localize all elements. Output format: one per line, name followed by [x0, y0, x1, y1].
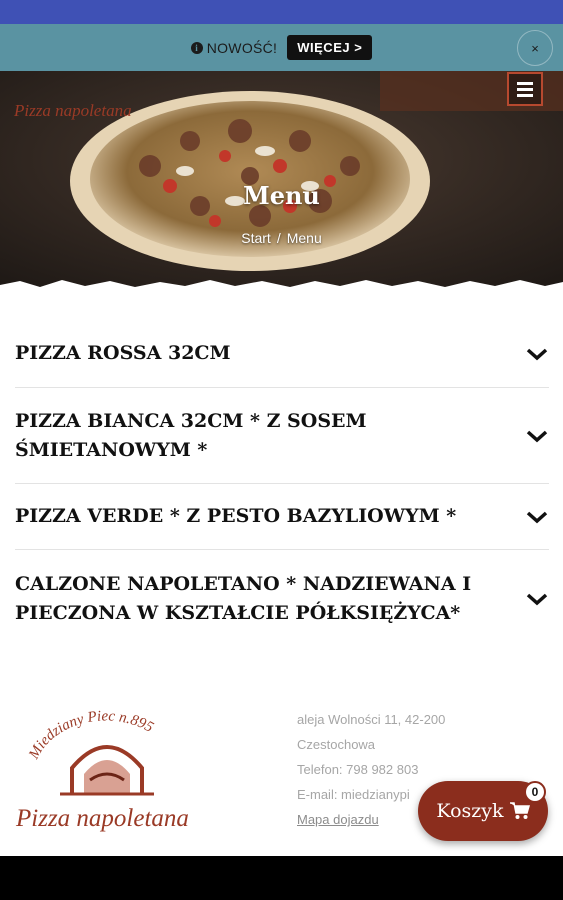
phone-number[interactable]: Telefon: 798 982 803 [297, 757, 445, 782]
notice-content: i NOWOŚĆ! WIĘCEJ > [0, 24, 563, 71]
shopping-cart-icon [509, 802, 530, 819]
header-logo[interactable]: Pizza napoletana [14, 101, 132, 121]
notice-label: NOWOŚĆ! [206, 39, 278, 56]
breadcrumb-home-link[interactable]: Start [241, 230, 271, 246]
close-icon: × [531, 40, 539, 56]
accordion-item-pizza-bianca[interactable]: PIZZA BIANCA 32CM * Z SOSEM ŚMIETANOWYM … [15, 388, 549, 484]
footer-logo[interactable]: Miedziany Piec n.895 Pizza napoletana [12, 698, 212, 848]
page-title: Menu [243, 181, 320, 210]
breadcrumb-separator: / [276, 230, 281, 246]
chevron-down-icon [526, 430, 548, 442]
accordion-item-calzone[interactable]: CALZONE NAPOLETANO * NADZIEWANA I PIECZO… [15, 550, 549, 648]
hamburger-menu-icon[interactable] [507, 72, 543, 106]
accordion-item-pizza-verde[interactable]: PIZZA VERDE * Z PESTO BAZYLIOWYM * [15, 484, 549, 550]
more-button[interactable]: WIĘCEJ > [287, 35, 373, 60]
accordion-item-title: PIZZA ROSSA 32CM [15, 342, 231, 364]
breadcrumb: Start / Menu [0, 230, 563, 246]
accordion-item-title: CALZONE NAPOLETANO * NADZIEWANA I PIECZO… [15, 573, 472, 624]
svg-text:Miedziany Piec n.895: Miedziany Piec n.895 [26, 708, 157, 762]
accordion-item-title: PIZZA VERDE * Z PESTO BAZYLIOWYM * [15, 505, 457, 527]
chevron-down-icon [526, 511, 548, 523]
cart-label: Koszyk [436, 800, 504, 822]
chevron-down-icon [526, 348, 548, 360]
notice-bar: i NOWOŚĆ! WIĘCEJ > × [0, 24, 563, 71]
breadcrumb-current: Menu [286, 230, 322, 246]
accordion-item-pizza-rossa[interactable]: PIZZA ROSSA 32CM [15, 320, 549, 388]
menu-accordion: PIZZA ROSSA 32CM PIZZA BIANCA 32CM * Z S… [15, 320, 549, 648]
svg-text:Pizza napoletana: Pizza napoletana [15, 805, 189, 832]
chevron-down-icon [526, 593, 548, 606]
hero-banner: Pizza napoletana Menu Start / Menu [0, 71, 563, 291]
system-navigation-bar [0, 856, 563, 900]
close-notice-button[interactable]: × [517, 30, 553, 66]
address-line-1: aleja Wolności 11, 42-200 [297, 712, 446, 727]
info-icon: i [190, 41, 203, 54]
notice-message: i NOWOŚĆ! [190, 39, 278, 56]
accordion-item-title: PIZZA BIANCA 32CM * Z SOSEM ŚMIETANOWYM … [15, 409, 367, 461]
cart-count-badge: 0 [524, 781, 546, 803]
address-line-2: Czestochowa [297, 737, 376, 752]
status-bar [0, 0, 563, 24]
page: i NOWOŚĆ! WIĘCEJ > × Pizza napoletana Me… [0, 0, 563, 900]
